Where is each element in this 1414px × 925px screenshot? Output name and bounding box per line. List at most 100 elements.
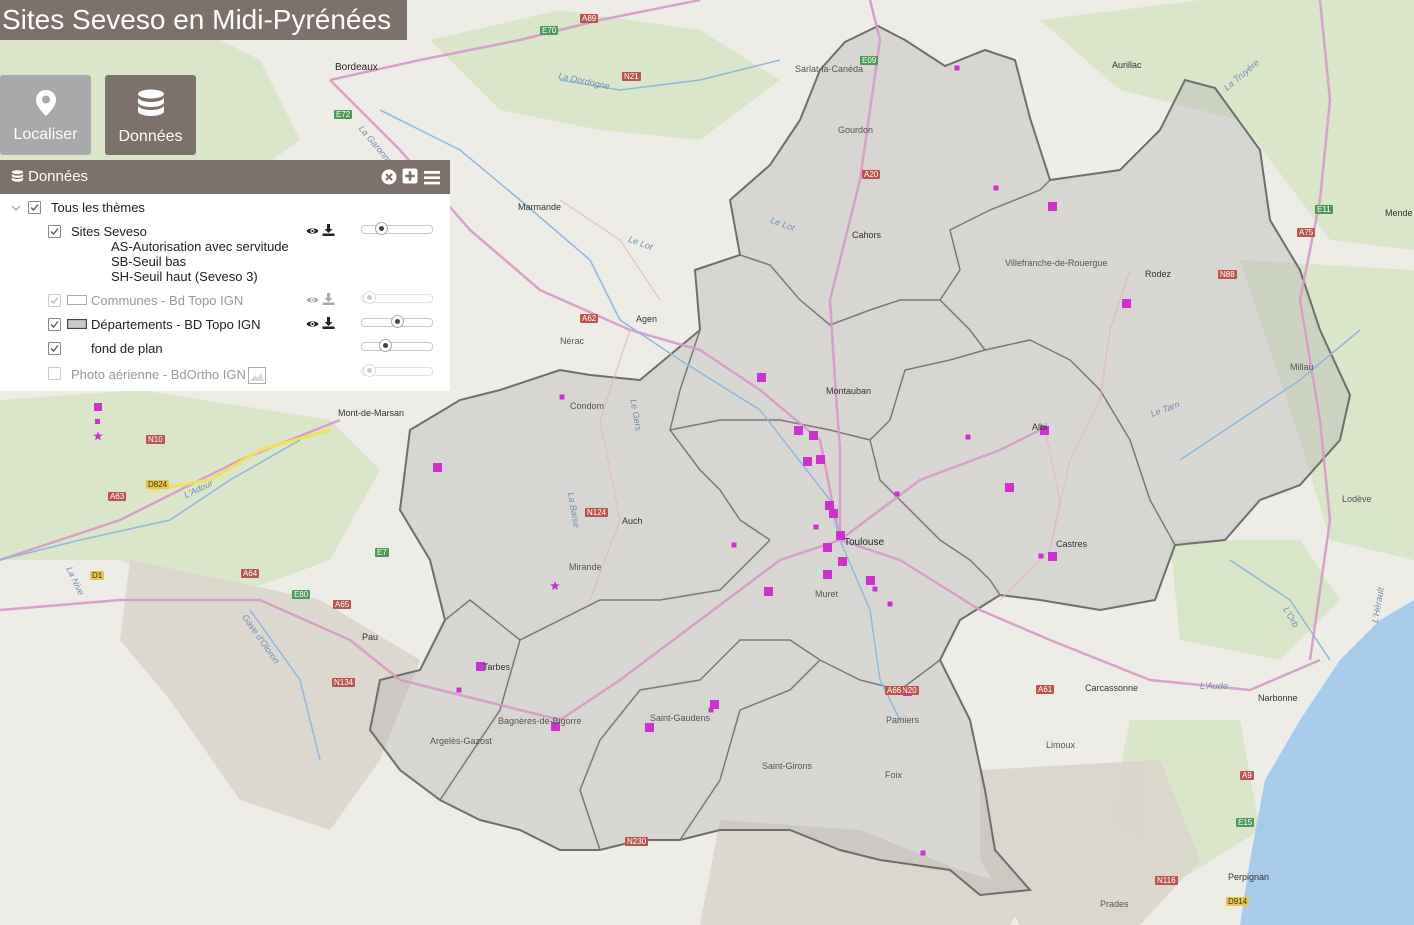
place-label: Muret xyxy=(815,589,839,599)
close-icon[interactable] xyxy=(381,169,397,185)
legend-star-symbol xyxy=(93,431,103,441)
download-icon[interactable] xyxy=(322,293,335,305)
localiser-button[interactable]: Localiser xyxy=(0,75,91,155)
slider-knob[interactable] xyxy=(379,339,392,352)
opacity-slider-sites-seveso[interactable] xyxy=(361,222,433,235)
site-marker-sb[interactable] xyxy=(559,394,565,400)
site-marker-as[interactable] xyxy=(645,723,654,732)
donnees-label: Données xyxy=(118,128,183,145)
layer-label-fond-de-plan: fond de plan xyxy=(91,341,163,356)
download-icon[interactable] xyxy=(322,317,335,329)
place-label: Carcassonne xyxy=(1085,683,1139,693)
layer-checkbox-sites-seveso[interactable] xyxy=(48,225,61,238)
opacity-slider-photo-aerienne[interactable] xyxy=(361,364,433,377)
layer-checkbox-communes[interactable] xyxy=(48,294,61,307)
layer-label-departements: Départements - BD Topo IGN xyxy=(91,317,261,332)
opacity-slider-communes[interactable] xyxy=(361,291,433,304)
road-label: N88 xyxy=(1218,270,1237,279)
place-label: Tarbes xyxy=(483,662,511,672)
slider-knob[interactable] xyxy=(391,315,404,328)
place-label: Pau xyxy=(362,632,379,642)
place-label: Bordeaux xyxy=(335,62,378,73)
map-pin-icon xyxy=(35,90,56,116)
site-marker-as[interactable] xyxy=(794,426,803,435)
place-label: Prades xyxy=(1100,899,1129,909)
layer-label-sites-seveso: Sites Seveso xyxy=(71,224,147,239)
site-marker-as[interactable] xyxy=(825,501,834,510)
site-marker-sb[interactable] xyxy=(731,542,737,548)
site-marker-as[interactable] xyxy=(433,463,442,472)
site-marker-as[interactable] xyxy=(1005,483,1014,492)
site-marker-as[interactable] xyxy=(1048,202,1057,211)
layer-label-communes: Communes - Bd Topo IGN xyxy=(91,293,244,308)
site-marker-as[interactable] xyxy=(866,576,875,585)
site-marker-sb[interactable] xyxy=(708,707,714,713)
road-label: E11 xyxy=(1315,205,1333,214)
collapse-chevron-icon[interactable] xyxy=(11,205,21,212)
communes-symbol xyxy=(67,295,87,305)
place-label: Millau xyxy=(1290,362,1314,372)
site-marker-sb[interactable] xyxy=(894,491,900,497)
road-label: D824 xyxy=(146,480,170,489)
site-marker-sb[interactable] xyxy=(887,601,893,607)
eye-icon[interactable] xyxy=(306,318,319,330)
map-view[interactable]: Bordeaux Aurillac Sarlat-la-Canéda Gourd… xyxy=(0,0,1414,925)
site-marker-as[interactable] xyxy=(816,455,825,464)
place-label: Narbonne xyxy=(1258,693,1298,703)
site-marker-as[interactable] xyxy=(1048,552,1057,561)
legend-square-symbol xyxy=(94,403,102,411)
road-label: A66 xyxy=(885,686,904,695)
road-label: E7 xyxy=(375,548,389,557)
site-marker-as[interactable] xyxy=(803,457,812,466)
site-marker-sb[interactable] xyxy=(965,434,971,440)
site-marker-as[interactable] xyxy=(757,373,766,382)
opacity-slider-fond-de-plan[interactable] xyxy=(361,339,433,352)
place-label: Mirande xyxy=(569,562,602,572)
site-marker-sb[interactable] xyxy=(813,524,819,530)
place-label: Montauban xyxy=(826,386,872,396)
road-label: A9 xyxy=(1240,771,1254,780)
slider-knob[interactable] xyxy=(375,222,388,235)
place-label: Lodève xyxy=(1342,494,1372,504)
layer-checkbox-photo-aerienne[interactable] xyxy=(48,367,61,380)
place-label: Nérac xyxy=(560,336,585,346)
database-icon xyxy=(137,89,164,116)
site-marker-sb[interactable] xyxy=(954,65,960,71)
menu-icon[interactable] xyxy=(424,170,440,186)
site-marker-as[interactable] xyxy=(823,543,832,552)
opacity-slider-departements[interactable] xyxy=(361,315,433,328)
slider-knob[interactable] xyxy=(363,364,376,377)
site-marker-as[interactable] xyxy=(829,509,838,518)
add-layer-icon[interactable] xyxy=(402,168,418,184)
site-marker-sb[interactable] xyxy=(1038,553,1044,559)
place-label: Auch xyxy=(622,516,643,526)
download-icon[interactable] xyxy=(322,224,335,236)
site-marker-sb[interactable] xyxy=(456,687,462,693)
eye-icon[interactable] xyxy=(306,225,319,237)
place-label: Toulouse xyxy=(844,537,885,548)
site-marker-as[interactable] xyxy=(838,557,847,566)
place-label: Marmande xyxy=(518,202,562,212)
site-marker-sb[interactable] xyxy=(872,586,878,592)
basemap[interactable] xyxy=(0,0,1414,925)
place-label: Perpignan xyxy=(1228,872,1270,882)
road-label: D1 xyxy=(90,571,105,580)
layer-checkbox-fond-de-plan[interactable] xyxy=(48,342,61,355)
site-marker-as[interactable] xyxy=(1122,299,1131,308)
slider-knob[interactable] xyxy=(363,291,376,304)
road-label: A63 xyxy=(108,492,127,501)
road-label: A75 xyxy=(1297,228,1316,237)
layer-checkbox-departements[interactable] xyxy=(48,318,61,331)
road-label: A62 xyxy=(580,314,599,323)
site-marker-as[interactable] xyxy=(764,587,773,596)
donnees-button[interactable]: Données xyxy=(105,75,196,155)
road-label: N230 xyxy=(625,837,649,846)
site-marker-sb[interactable] xyxy=(920,850,926,856)
road-label: E80 xyxy=(292,590,311,599)
site-marker-sb[interactable] xyxy=(993,185,999,191)
place-label: Limoux xyxy=(1046,740,1076,750)
eye-icon[interactable] xyxy=(306,294,319,306)
root-checkbox[interactable] xyxy=(28,201,41,214)
site-marker-as[interactable] xyxy=(823,570,832,579)
site-marker-as[interactable] xyxy=(809,431,818,440)
